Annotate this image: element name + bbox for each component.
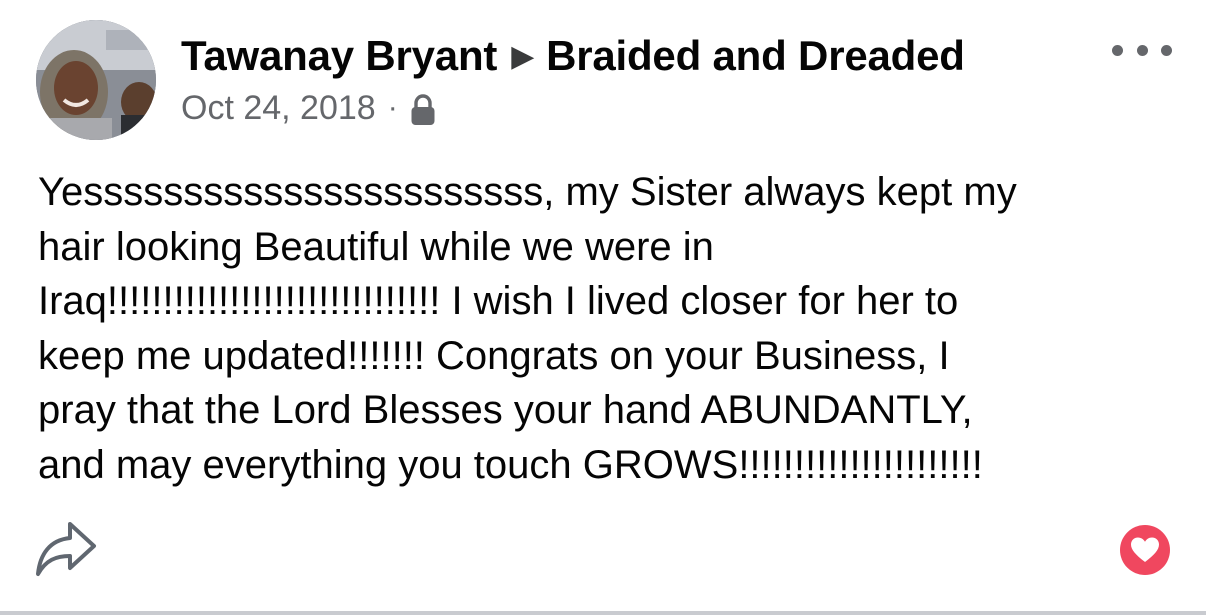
- post-header: Tawanay Bryant ▶ Braided and Dreaded: [181, 30, 965, 83]
- divider: [0, 611, 1206, 615]
- more-dot: [1161, 44, 1172, 56]
- more-options-icon[interactable]: [1112, 38, 1172, 62]
- heart-icon: [1131, 537, 1159, 562]
- share-arrow-icon: [36, 522, 96, 576]
- post-text-line: and may everything you touch GROWS!!!!!!…: [38, 442, 983, 487]
- share-button[interactable]: [34, 518, 98, 580]
- post-text-line: hair looking Beautiful while we were in: [38, 224, 714, 269]
- post-text-line: Yesssssssssssssssssssssss, my Sister alw…: [38, 170, 1017, 214]
- post-text-line: keep me updated!!!!!!! Congrats on your …: [38, 333, 950, 378]
- lock-icon: [411, 94, 435, 125]
- avatar[interactable]: [36, 20, 156, 140]
- meta-dot: ·: [387, 91, 398, 124]
- post-text: Yesssssssssssssssssssssss, my Sister alw…: [38, 165, 1178, 492]
- author-name[interactable]: Tawanay Bryant: [181, 32, 497, 79]
- more-dot: [1112, 44, 1123, 56]
- more-dot: [1136, 44, 1148, 56]
- post-text-line: pray that the Lord Blesses your hand ABU…: [38, 388, 973, 432]
- arrow-right-icon: ▶: [511, 40, 535, 73]
- group-name[interactable]: Braided and Dreaded: [546, 32, 965, 79]
- post-meta: Oct 24, 2018 ·: [181, 86, 436, 130]
- post-date[interactable]: Oct 24, 2018: [181, 86, 376, 130]
- post-text-line: Iraq!!!!!!!!!!!!!!!!!!!!!!!!!!!!!! I wis…: [38, 279, 959, 323]
- reaction-badge[interactable]: [1120, 525, 1170, 575]
- avatar-photo: [36, 20, 156, 140]
